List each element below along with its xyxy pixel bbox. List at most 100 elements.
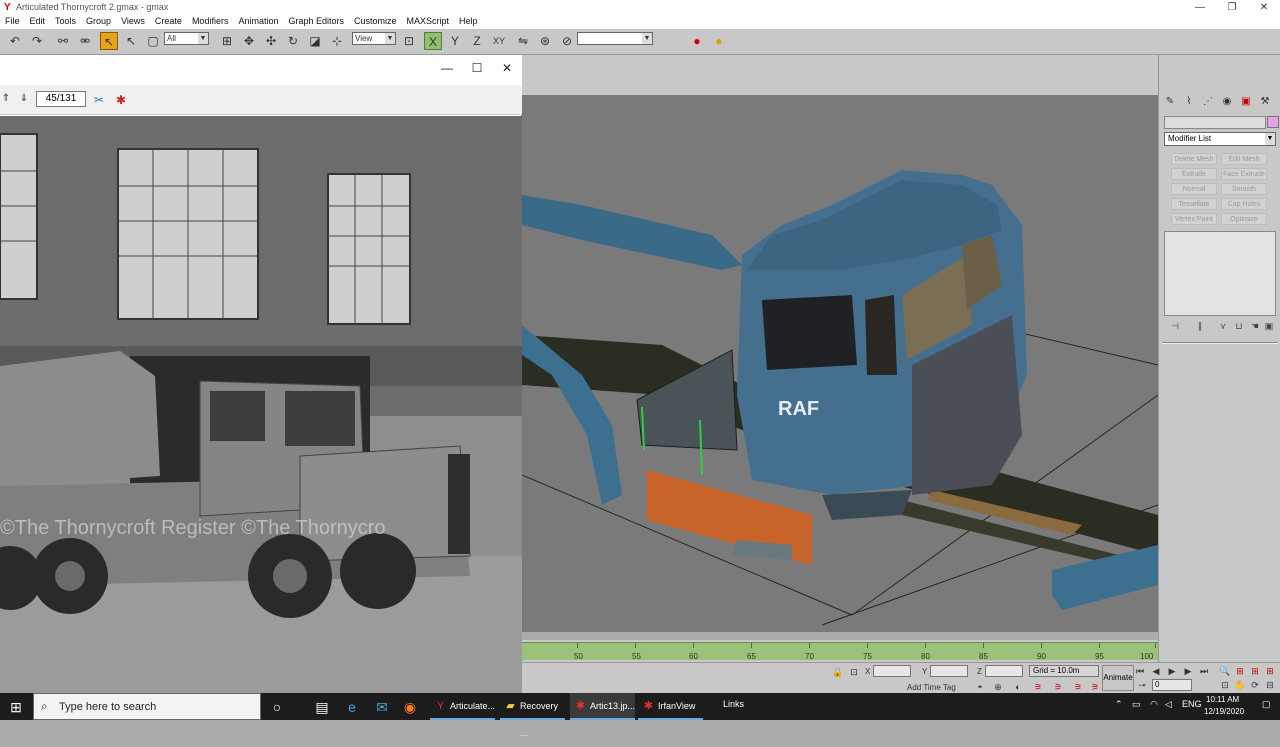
taskbar-app-folder[interactable]: ▰ Recovery ... xyxy=(500,693,565,738)
taskbar-app-irfanview[interactable]: ✱ IrfanView xyxy=(638,693,703,720)
menu-file[interactable]: File xyxy=(0,15,25,29)
modifier-button-extrude[interactable]: Extrude xyxy=(1171,168,1217,180)
modifier-list-dropdown[interactable]: Modifier List ▼ xyxy=(1164,132,1276,146)
store-icon[interactable]: ▤ xyxy=(312,697,332,717)
arc-rotate-icon[interactable]: ⟳ xyxy=(1249,679,1261,691)
menu-animation[interactable]: Animation xyxy=(233,15,283,29)
pin-stack-icon[interactable]: ⊣ xyxy=(1169,321,1181,333)
modifier-button-optimize[interactable]: Optimize xyxy=(1221,213,1267,225)
firefox-icon[interactable]: ◉ xyxy=(400,697,420,717)
key-mode-icon[interactable]: ⊸ xyxy=(1136,679,1148,691)
zoom-icon[interactable]: 🔍 xyxy=(1219,665,1231,677)
mirror-icon[interactable]: ⇋ xyxy=(514,32,532,50)
reference-coord-dropdown[interactable]: View ▼ xyxy=(352,32,396,45)
irfan-maximize-button[interactable]: ☐ xyxy=(462,59,492,77)
z-coordinate-field[interactable] xyxy=(985,665,1023,677)
modifier-button-delete-mesh[interactable]: Delete Mesh xyxy=(1171,153,1217,165)
chevron-up-icon[interactable]: ⌃ xyxy=(1115,699,1123,710)
modifier-button-normal[interactable]: Normal xyxy=(1171,183,1217,195)
menu-tools[interactable]: Tools xyxy=(50,15,81,29)
clock-date[interactable]: 12/19/2020 xyxy=(1204,707,1244,716)
zoom-all-icon[interactable]: ⚞ xyxy=(1052,681,1064,693)
task-view-icon[interactable]: ○ xyxy=(267,697,287,717)
motion-tab-icon[interactable]: ◉ xyxy=(1219,95,1235,109)
irfan-minimize-button[interactable]: — xyxy=(432,59,462,77)
restrict-z-icon[interactable]: Z xyxy=(468,32,486,50)
options-tools-icon[interactable]: ✂ xyxy=(90,91,108,109)
irfan-close-button[interactable]: ✕ xyxy=(492,59,522,77)
modifier-button-smooth[interactable]: Smooth xyxy=(1221,183,1267,195)
page-counter[interactable]: 45/131 xyxy=(36,91,86,107)
modifier-button-edit-mesh[interactable]: Edit Mesh xyxy=(1221,153,1267,165)
object-name-field[interactable] xyxy=(1164,116,1266,129)
x-coordinate-field[interactable] xyxy=(873,665,911,677)
render-icon[interactable]: ● xyxy=(710,32,728,50)
menu-maxscript[interactable]: MAXScript xyxy=(402,15,455,29)
absolute-mode-icon[interactable]: ⊡ xyxy=(848,666,860,678)
taskbar-search-box[interactable]: ⌕ Type here to search xyxy=(33,693,261,720)
menu-edit[interactable]: Edit xyxy=(25,15,51,29)
selection-filter-dropdown[interactable]: All ▼ xyxy=(164,32,209,45)
named-selection-dropdown[interactable]: ▼ xyxy=(577,32,653,45)
perspective-viewport[interactable]: RAF xyxy=(522,95,1158,632)
menu-help[interactable]: Help xyxy=(454,15,483,29)
manipulate-icon[interactable]: ⊹ xyxy=(328,32,346,50)
material-editor-icon[interactable]: ● xyxy=(688,32,706,50)
redo-icon[interactable]: ↷ xyxy=(28,32,46,50)
rotate-icon[interactable]: ✣ xyxy=(262,32,280,50)
menu-modifiers[interactable]: Modifiers xyxy=(187,15,234,29)
pan-icon[interactable]: ✋ xyxy=(1234,679,1246,691)
next-page-icon[interactable]: ⇓ xyxy=(16,91,32,107)
minimize-button[interactable]: — xyxy=(1188,0,1212,15)
links-toolbar[interactable]: Links xyxy=(723,699,744,709)
next-frame-icon[interactable]: ▶ xyxy=(1182,665,1194,677)
scale-icon[interactable]: ◪ xyxy=(306,32,324,50)
network-icon[interactable]: ▭ xyxy=(1132,699,1141,710)
utilities-tab-icon[interactable]: ⚒ xyxy=(1257,95,1273,109)
snap-icon[interactable]: ⊛ xyxy=(536,32,554,50)
unlink-icon[interactable]: ⚮ xyxy=(76,32,94,50)
play-icon[interactable]: ▶ xyxy=(1166,665,1178,677)
display-tab-icon[interactable]: ▣ xyxy=(1238,95,1254,109)
region-select-icon[interactable]: ▢ xyxy=(144,32,162,50)
selection-lock-icon[interactable]: ◐ xyxy=(1012,681,1024,693)
pan-extents-icon[interactable]: ⚞ xyxy=(1089,681,1101,693)
configure-button-icon[interactable]: ▣ xyxy=(1263,321,1275,333)
zoom-extents-selected-icon[interactable]: ⊞ xyxy=(1264,665,1276,677)
hierarchy-tab-icon[interactable]: ⋰ xyxy=(1200,95,1216,109)
object-color-swatch[interactable] xyxy=(1267,116,1279,128)
zoom-extents-icon[interactable]: ⚞ xyxy=(1032,681,1044,693)
menu-customize[interactable]: Customize xyxy=(349,15,402,29)
menu-views[interactable]: Views xyxy=(116,15,150,29)
lock-selection-icon[interactable]: 🔒 xyxy=(832,666,844,678)
restrict-x-icon[interactable]: X xyxy=(424,32,442,50)
time-slider-trackbar[interactable]: 50 55 60 65 70 75 80 85 90 95 100 xyxy=(522,640,1158,662)
volume-icon[interactable]: ◁ xyxy=(1165,699,1172,710)
modifier-stack-list[interactable] xyxy=(1164,231,1276,316)
menu-graph-editors[interactable]: Graph Editors xyxy=(283,15,349,29)
menu-create[interactable]: Create xyxy=(150,15,187,29)
modifier-button-face-extrude[interactable]: Face Extrude xyxy=(1221,168,1267,180)
modifier-button-vertex-paint[interactable]: Vertex Paint xyxy=(1171,213,1217,225)
angle-snap-icon[interactable]: ⊘ xyxy=(558,32,576,50)
wifi-icon[interactable]: ◠ xyxy=(1150,699,1158,710)
add-time-tag-button[interactable]: Add Time Tag xyxy=(907,683,956,692)
edge-icon[interactable]: e xyxy=(342,697,362,717)
configure-sets-icon[interactable]: ☚ xyxy=(1249,321,1261,333)
notifications-icon[interactable]: ▢ xyxy=(1262,699,1271,710)
taskbar-app-gmax[interactable]: Y Articulate... xyxy=(430,693,495,720)
goto-end-icon[interactable]: ⏭ xyxy=(1198,665,1210,677)
rotate-refresh-icon[interactable]: ↻ xyxy=(284,32,302,50)
goto-start-icon[interactable]: ⏮ xyxy=(1134,665,1146,677)
frame-ruler[interactable]: 50 55 60 65 70 75 80 85 90 95 100 xyxy=(522,642,1158,661)
previous-frame-icon[interactable]: ◀ xyxy=(1150,665,1162,677)
undo-icon[interactable]: ↶ xyxy=(6,32,24,50)
select-object-icon[interactable]: ↖ xyxy=(100,32,118,50)
key-filter-icon[interactable]: ◓ xyxy=(974,681,986,693)
maximize-viewport-icon[interactable]: ⊟ xyxy=(1264,679,1276,691)
zoom-all-viewports-icon[interactable]: ⊞ xyxy=(1234,665,1246,677)
link-icon[interactable]: ⚯ xyxy=(54,32,72,50)
maximize-button[interactable]: ❐ xyxy=(1220,0,1244,15)
input-language[interactable]: ENG xyxy=(1182,699,1202,709)
previous-page-icon[interactable]: ⇑ xyxy=(0,91,12,107)
